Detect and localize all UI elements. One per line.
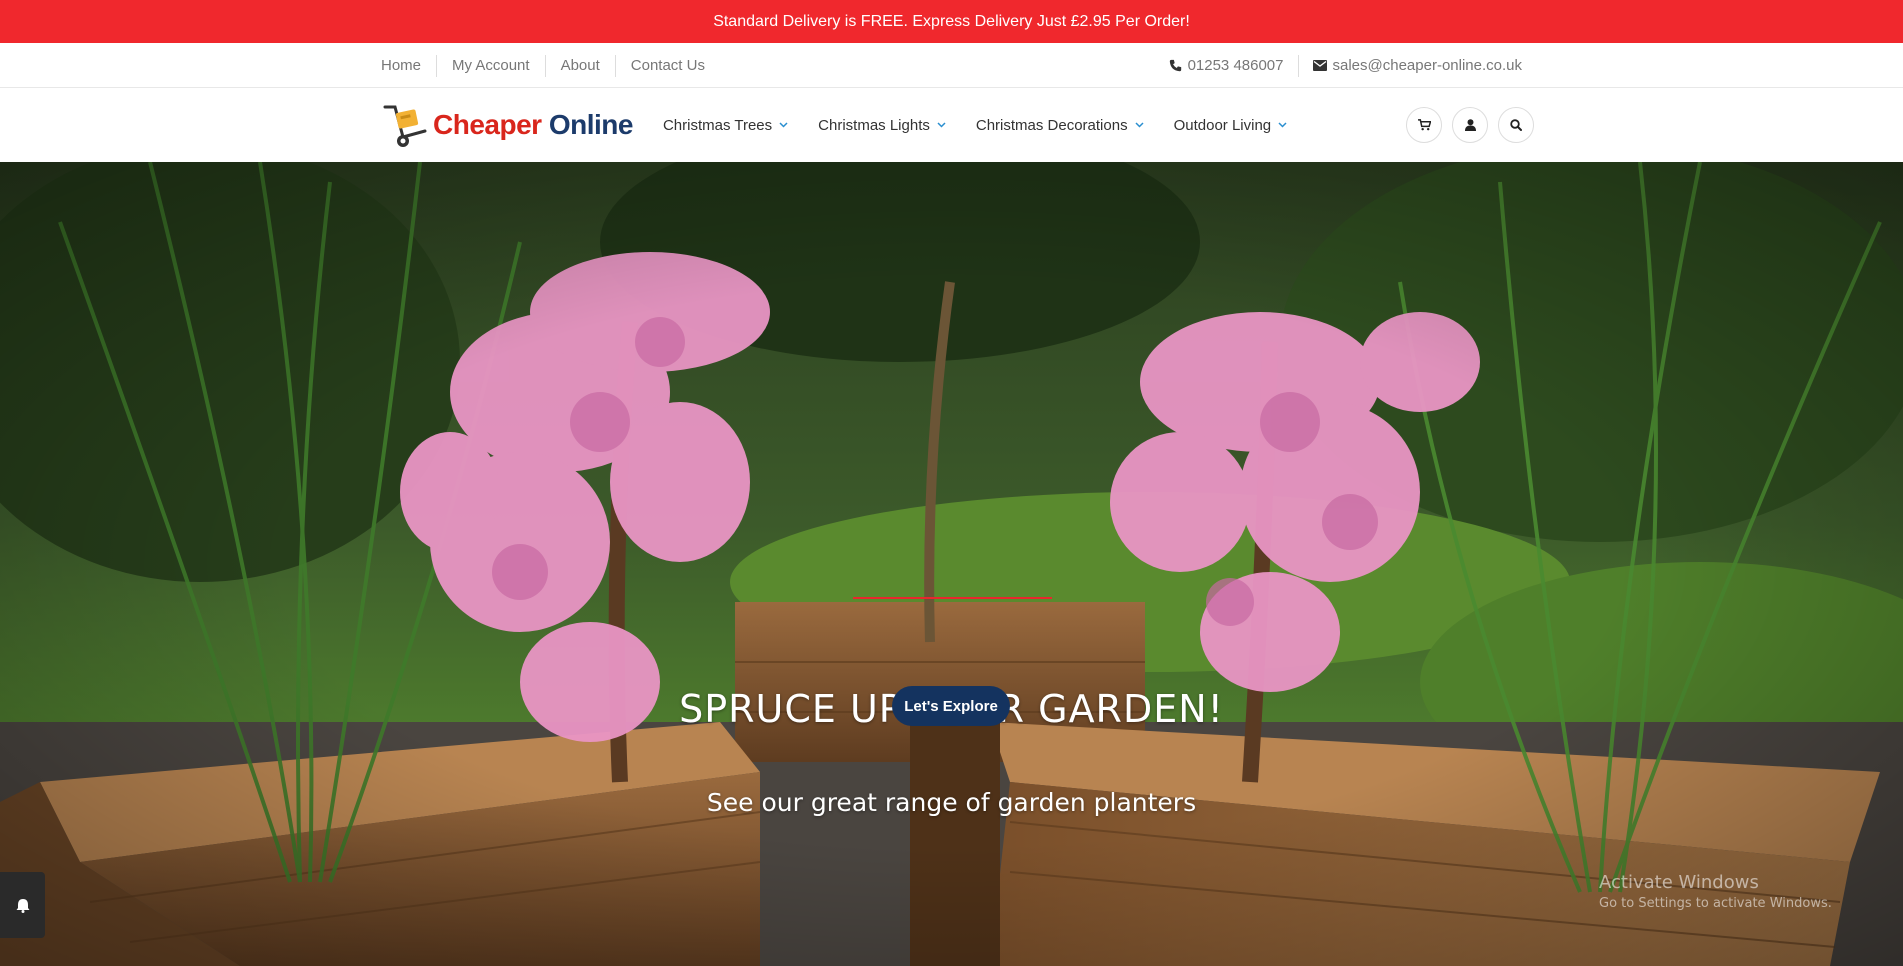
activate-windows-watermark: Activate Windows Go to Settings to activ… xyxy=(1599,872,1832,911)
announcement-bar: Standard Delivery is FREE. Express Deliv… xyxy=(0,0,1903,43)
hand-truck-logo-icon xyxy=(383,105,427,147)
cart-button[interactable] xyxy=(1406,107,1442,143)
search-icon xyxy=(1510,119,1522,131)
email-contact[interactable]: sales@cheaper-online.co.uk xyxy=(1299,55,1523,77)
utility-links: Home My Account About Contact Us xyxy=(381,54,720,77)
link-my-account[interactable]: My Account xyxy=(436,54,545,77)
phone-contact[interactable]: 01253 486007 xyxy=(1155,54,1299,77)
notification-bell-button[interactable] xyxy=(0,872,45,938)
chevron-down-icon xyxy=(779,122,788,128)
site-logo[interactable]: Cheaper Online xyxy=(381,101,633,149)
cart-icon xyxy=(1417,119,1431,131)
hero-garden-image xyxy=(0,162,1903,966)
logo-text-cheaper: Cheaper xyxy=(433,109,542,140)
main-header: Cheaper Online Christmas Trees Christmas… xyxy=(0,88,1903,162)
utility-bar: Home My Account About Contact Us 01253 4… xyxy=(0,43,1903,88)
link-home[interactable]: Home xyxy=(381,55,436,77)
phone-number: 01253 486007 xyxy=(1187,56,1284,74)
hero-divider xyxy=(853,597,1052,599)
nav-christmas-decorations[interactable]: Christmas Decorations xyxy=(976,117,1144,134)
nav-label: Christmas Trees xyxy=(662,116,773,134)
email-address: sales@cheaper-online.co.uk xyxy=(1332,56,1523,74)
bell-icon xyxy=(16,898,29,913)
link-about[interactable]: About xyxy=(544,54,615,77)
chevron-down-icon xyxy=(937,122,946,128)
envelope-icon xyxy=(1312,60,1327,71)
announcement-text: Standard Delivery is FREE. Express Deliv… xyxy=(713,12,1190,30)
main-nav: Christmas Trees Christmas Lights Christm… xyxy=(663,117,1317,134)
nav-outdoor-living[interactable]: Outdoor Living xyxy=(1174,117,1288,134)
nav-christmas-lights[interactable]: Christmas Lights xyxy=(818,117,946,134)
link-contact-us[interactable]: Contact Us xyxy=(614,54,720,77)
watermark-title: Activate Windows xyxy=(1599,872,1759,893)
nav-label: Outdoor Living xyxy=(1173,116,1272,134)
chevron-down-icon xyxy=(1135,122,1144,128)
logo-text-online: Online xyxy=(548,109,634,140)
nav-label: Christmas Lights xyxy=(818,116,930,134)
lets-explore-button[interactable]: Let's Explore xyxy=(892,686,1010,726)
hero-subtitle: See our great range of garden planters xyxy=(706,788,1197,817)
chevron-down-icon xyxy=(1278,122,1287,128)
watermark-subtitle: Go to Settings to activate Windows. xyxy=(1599,896,1832,911)
account-button[interactable] xyxy=(1452,107,1488,143)
nav-label: Christmas Decorations xyxy=(975,116,1128,134)
user-icon xyxy=(1464,119,1476,131)
nav-christmas-trees[interactable]: Christmas Trees xyxy=(663,117,788,134)
search-button[interactable] xyxy=(1498,107,1534,143)
phone-icon xyxy=(1169,59,1181,72)
hero-banner: SPRUCE UP YOUR GARDEN! See our great ran… xyxy=(0,162,1903,966)
